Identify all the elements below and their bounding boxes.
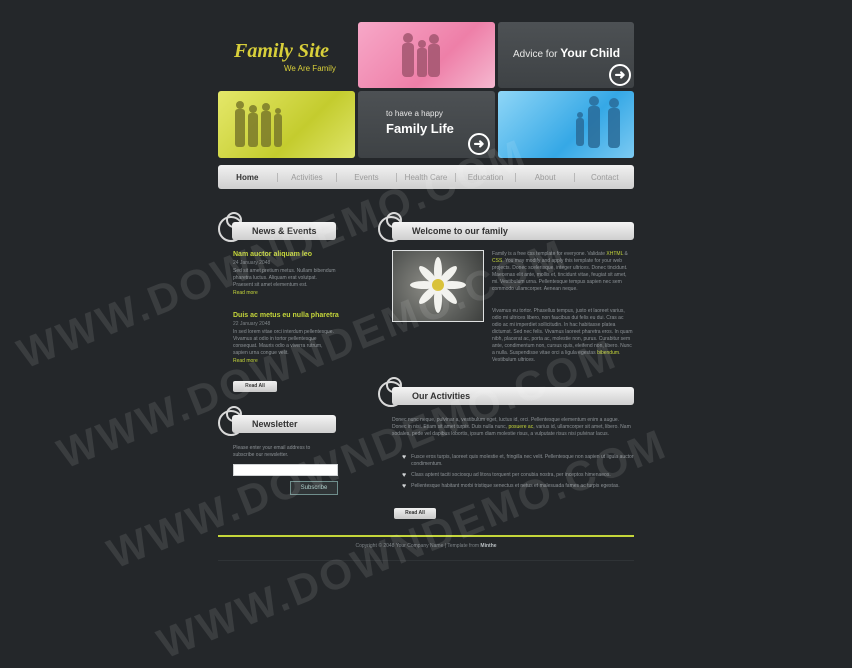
family-life-tile[interactable]: to have a happy Family Life ➜	[358, 91, 495, 158]
footer-bottom-line	[218, 560, 634, 561]
nav-item-events[interactable]: Events	[337, 172, 397, 182]
welcome-paragraph-1: Family is a free css template for everyo…	[492, 251, 634, 293]
news-item-title[interactable]: Nam auctor aliquam leo	[233, 251, 337, 258]
nav-item-activities[interactable]: Activities	[278, 172, 338, 182]
list-item-text: Class aptent taciti sociosqu ad litora t…	[411, 472, 611, 478]
activities-read-all-button[interactable]: Read All	[394, 508, 436, 519]
arrow-right-icon[interactable]: ➜	[468, 133, 490, 155]
footer-divider	[218, 535, 634, 537]
template-credit-link[interactable]: Minthe	[480, 543, 496, 549]
css-link[interactable]: CSS	[492, 258, 502, 264]
copyright-text: Copyright © 2048 Your Company Name | Tem…	[355, 543, 481, 549]
family-silhouette-image	[402, 33, 440, 77]
nav-item-contact[interactable]: Contact	[575, 173, 634, 182]
news-item-title[interactable]: Duis ac metus eu nulla pharetra	[233, 312, 339, 319]
logo-title: Family Site	[234, 40, 329, 62]
site-logo[interactable]: Family Site We Are Family	[218, 22, 354, 90]
news-heading: News & Events	[232, 222, 336, 240]
nav-item-about[interactable]: About	[516, 172, 576, 182]
news-item-date: 24 January 2048	[233, 260, 271, 266]
newsletter-email-input[interactable]	[233, 464, 338, 476]
family-life-big: Family Life	[386, 121, 454, 136]
nav-item-education[interactable]: Education	[456, 172, 516, 182]
news-item: Nam auctor aliquam leo 24 January 2048 S…	[233, 251, 337, 297]
news-item-text: In sed lorem vitae orci interdum pellent…	[233, 329, 334, 356]
footer: Copyright © 2048 Your Company Name | Tem…	[218, 543, 634, 549]
list-item: ♥ Fusce eros turpis, laoreet quis molest…	[402, 454, 634, 468]
family-silhouette-image	[235, 101, 282, 147]
welcome-text: &	[623, 251, 628, 257]
arrow-right-icon[interactable]: ➜	[609, 64, 631, 86]
family-silhouette-banner-pink	[358, 22, 495, 88]
welcome-text-body: Vivamus eu tortor. Phasellus tempus, jus…	[492, 308, 633, 356]
list-item: ♥ Pellentesque habitant morbi tristique …	[402, 483, 634, 490]
newsletter-text: Please enter your email address to subsc…	[233, 445, 311, 458]
heart-bullet-icon: ♥	[402, 483, 407, 490]
subscribe-button[interactable]: Subscribe	[290, 481, 338, 495]
activities-intro: Donec nunc neque, pulvinar a, vestibulum…	[392, 417, 634, 438]
main-nav: Home Activities Events Health Care Educa…	[218, 165, 634, 189]
activities-heading: Our Activities	[392, 387, 634, 405]
family-silhouette-banner-blue	[498, 91, 634, 158]
bibendum-link[interactable]: bibendum	[597, 350, 619, 356]
family-life-small: to have a happy	[386, 109, 443, 118]
news-item-text: Sed sit amet pretium metus. Nullam biben…	[233, 268, 336, 288]
advice-tile[interactable]: Advice for Your Child ➜	[498, 22, 634, 88]
heart-bullet-icon: ♥	[402, 472, 407, 479]
welcome-paragraph-2: Vivamus eu tortor. Phasellus tempus, jus…	[392, 308, 634, 364]
read-more-link[interactable]: Read more	[233, 290, 337, 297]
news-read-all-button[interactable]: Read All	[233, 381, 277, 392]
advice-highlight: Your Child	[560, 46, 621, 60]
advice-prefix: Advice for	[513, 49, 561, 60]
welcome-text: Vivamus eu tortor. Phasellus tempus, jus…	[392, 308, 634, 364]
family-silhouette-banner-green	[218, 91, 355, 158]
nav-item-home[interactable]: Home	[218, 172, 278, 182]
welcome-text: . You may modify and apply this template…	[492, 258, 628, 292]
posuere-link[interactable]: posuere ac	[508, 424, 533, 430]
activities-list: ♥ Fusce eros turpis, laoreet quis molest…	[402, 454, 634, 490]
news-item-date: 22 January 2048	[233, 321, 271, 327]
newsletter-heading: Newsletter	[232, 415, 336, 433]
welcome-text: Family is a free css template for everyo…	[492, 251, 607, 257]
news-item: Duis ac metus eu nulla pharetra 22 Janua…	[233, 312, 339, 365]
nav-item-health-care[interactable]: Health Care	[397, 172, 457, 182]
list-item-text: Fusce eros turpis, laoreet quis molestie…	[411, 454, 634, 467]
heart-bullet-icon: ♥	[402, 454, 407, 461]
xhtml-link[interactable]: XHTML	[606, 251, 623, 257]
welcome-heading: Welcome to our family	[392, 222, 634, 240]
logo-tagline: We Are Family	[284, 64, 336, 73]
list-item: ♥ Class aptent taciti sociosqu ad litora…	[402, 472, 634, 479]
list-item-text: Pellentesque habitant morbi tristique se…	[411, 483, 620, 489]
family-silhouette-image	[576, 96, 620, 148]
read-more-link[interactable]: Read more	[233, 358, 337, 365]
